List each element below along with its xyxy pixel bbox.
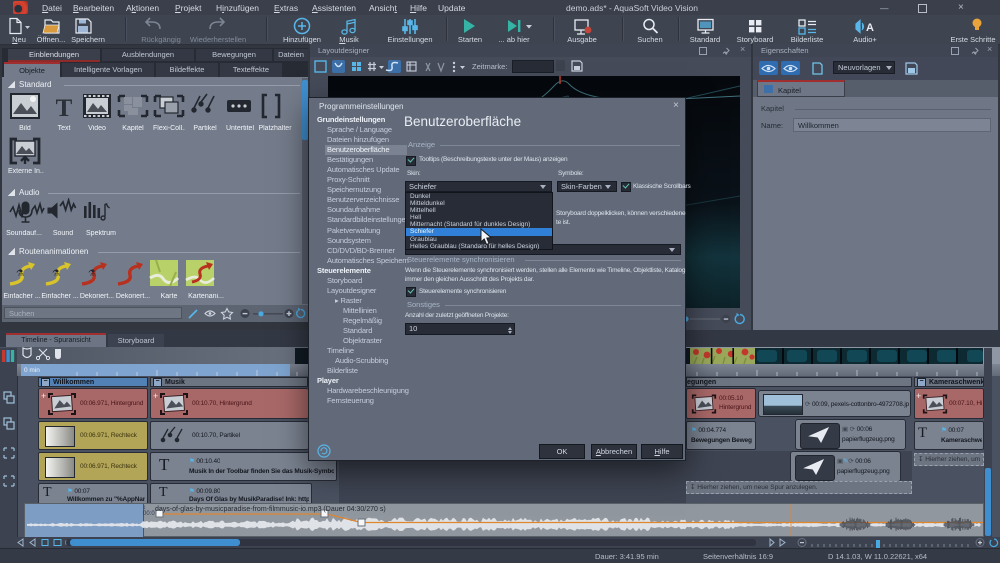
svg-text:⚗: ⚗ bbox=[16, 268, 24, 278]
svg-text:A: A bbox=[866, 22, 874, 34]
svg-text:T: T bbox=[56, 95, 73, 122]
svg-text:⚗: ⚗ bbox=[52, 268, 60, 278]
svg-text:⚗: ⚗ bbox=[88, 268, 96, 278]
